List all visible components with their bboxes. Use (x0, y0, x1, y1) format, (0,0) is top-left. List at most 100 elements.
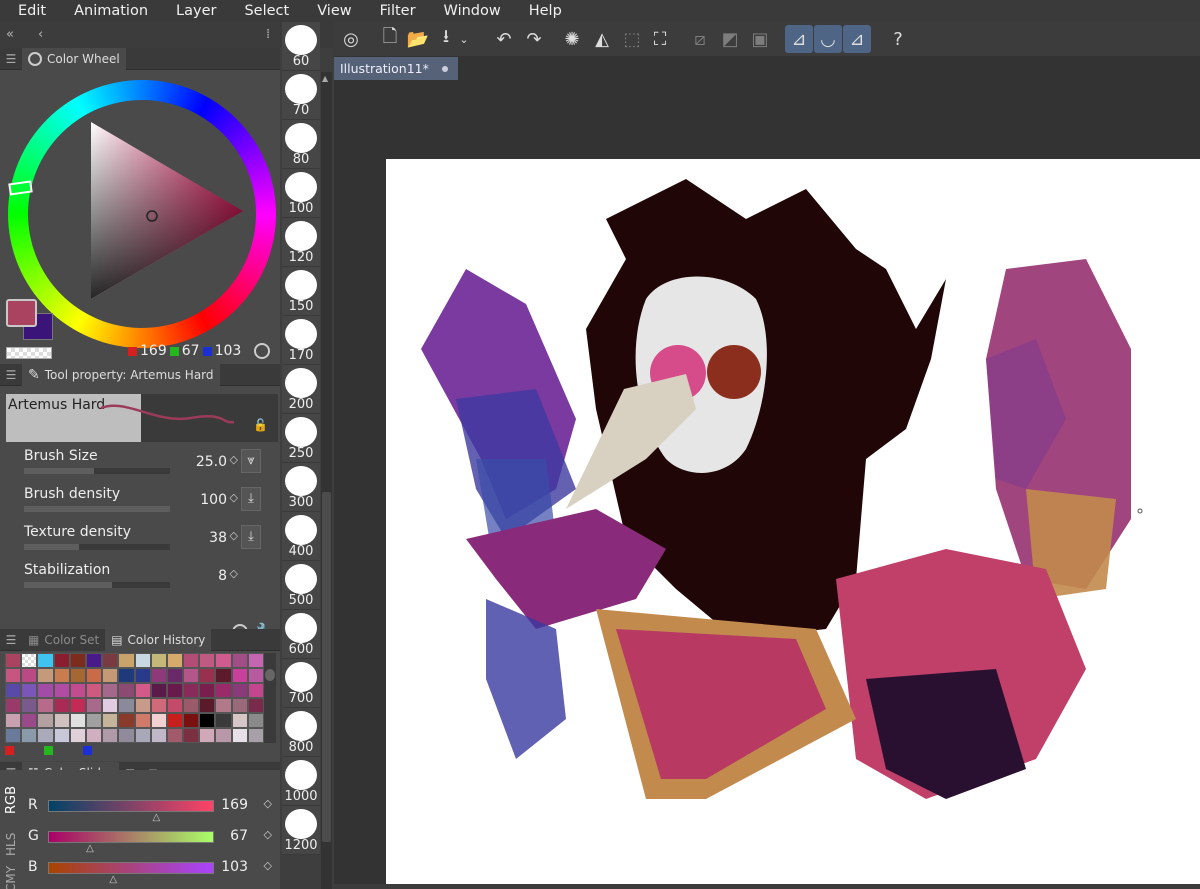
history-swatch[interactable] (5, 698, 22, 713)
history-swatch[interactable] (134, 653, 151, 668)
history-swatch[interactable] (118, 653, 135, 668)
brush-size-item[interactable]: 600 (282, 610, 320, 659)
history-swatch[interactable] (199, 728, 216, 743)
history-swatch[interactable] (231, 683, 248, 698)
history-swatch[interactable] (215, 728, 232, 743)
history-swatch[interactable] (85, 668, 103, 683)
tab-tool-property[interactable]: ✎ Tool property: Artemus Hard (22, 363, 220, 386)
mode-tab-rgb[interactable]: RGB (4, 786, 19, 814)
history-swatch[interactable] (215, 668, 232, 683)
history-swatch[interactable] (5, 728, 22, 743)
history-swatch[interactable] (21, 728, 38, 743)
history-swatch[interactable] (69, 683, 86, 698)
fill-bucket-icon[interactable]: ◭ (588, 25, 616, 53)
history-swatch[interactable] (231, 668, 248, 683)
history-swatch[interactable] (215, 713, 232, 728)
history-swatch[interactable] (5, 653, 22, 668)
history-swatch[interactable] (102, 668, 119, 683)
history-swatch[interactable] (134, 713, 151, 728)
spin-icon[interactable]: ◇ (264, 828, 272, 841)
prop-value[interactable]: 25.0 (196, 454, 227, 470)
menu-window[interactable]: Window (426, 0, 511, 22)
prop-brush-size[interactable]: Brush Size 25.0 ◇ ⩔ (10, 444, 275, 480)
slider-value[interactable]: 103 (221, 859, 248, 875)
history-swatch[interactable] (21, 653, 38, 668)
history-swatch[interactable] (247, 728, 264, 743)
history-swatch[interactable] (69, 668, 86, 683)
history-swatch[interactable] (53, 728, 70, 743)
transparent-color-swatch[interactable] (6, 347, 52, 359)
brush-size-item[interactable]: 150 (282, 267, 320, 316)
invert-selection-icon[interactable]: ◩ (716, 25, 744, 53)
slider-b[interactable]: B △ 103 ◇ (28, 856, 278, 885)
clear-selection-icon[interactable]: ⧄ (686, 25, 714, 53)
history-swatch[interactable] (150, 713, 167, 728)
menu-edit[interactable]: Edit (0, 0, 56, 22)
grid-snap-icon[interactable]: ⊿ (843, 25, 871, 53)
history-swatch[interactable] (183, 653, 200, 668)
history-swatch[interactable] (53, 683, 70, 698)
history-swatch[interactable] (85, 683, 103, 698)
history-swatch[interactable] (231, 653, 248, 668)
history-swatch[interactable] (37, 698, 54, 713)
history-swatch[interactable] (5, 668, 22, 683)
collapse-double-chevron-icon[interactable]: « (6, 22, 14, 48)
spin-icon[interactable]: ◇ (230, 491, 238, 504)
history-swatch[interactable] (118, 713, 135, 728)
lock-icon[interactable]: 🔓 (253, 418, 268, 432)
prop-value[interactable]: 38 (209, 530, 227, 546)
undo-icon[interactable]: ↶ (490, 25, 518, 53)
history-swatch[interactable] (166, 713, 184, 728)
scroll-up-icon[interactable]: ▲ (322, 74, 328, 83)
brush-size-item[interactable]: 1200 (282, 806, 320, 855)
history-swatch[interactable] (134, 668, 151, 683)
brush-size-item[interactable]: 1000 (282, 757, 320, 806)
slider-knob[interactable]: △ (86, 843, 94, 854)
history-swatch[interactable] (69, 728, 86, 743)
ruler-snap-icon[interactable]: ⊿ (785, 25, 813, 53)
clip-studio-icon[interactable]: ◎ (337, 25, 365, 53)
tab-color-history[interactable]: ▤ Color History (105, 628, 212, 651)
history-swatch[interactable] (150, 728, 167, 743)
history-swatch[interactable] (247, 668, 264, 683)
history-swatch[interactable] (21, 713, 38, 728)
history-swatch[interactable] (21, 683, 38, 698)
brush-size-item[interactable]: 80 (282, 120, 320, 169)
history-swatch[interactable] (183, 713, 200, 728)
history-swatch[interactable] (134, 698, 151, 713)
prop-texture-density[interactable]: Texture density 38 ◇ ⤓ (10, 520, 275, 556)
history-swatch[interactable] (37, 683, 54, 698)
scrollbar-thumb[interactable] (322, 492, 331, 842)
canvas-workspace[interactable] (334, 80, 1200, 889)
history-swatch[interactable] (5, 683, 22, 698)
color-history-scrollbar[interactable] (264, 653, 276, 743)
slider-knob[interactable]: △ (109, 874, 117, 885)
brush-size-item[interactable]: 500 (282, 561, 320, 610)
collapse-chevron-icon[interactable]: ‹ (38, 22, 43, 48)
document-tab[interactable]: Illustration11* (334, 57, 458, 80)
history-swatch[interactable] (37, 668, 54, 683)
prop-slider[interactable] (24, 544, 170, 550)
panel-menu-icon[interactable]: ☰ (0, 368, 22, 382)
slider-bar[interactable] (48, 862, 214, 874)
prop-slider[interactable] (24, 582, 170, 588)
history-swatch[interactable] (118, 728, 135, 743)
special-ruler-snap-icon[interactable]: ◡ (814, 25, 842, 53)
unsaved-dot-icon[interactable] (442, 66, 448, 72)
selection-border-icon[interactable]: ▣ (746, 25, 774, 53)
main-color-swatch[interactable] (6, 299, 37, 327)
history-swatch[interactable] (231, 728, 248, 743)
dock-grip-icon[interactable]: ⁞ (266, 22, 270, 48)
prop-slider[interactable] (24, 506, 170, 512)
history-swatch[interactable] (5, 713, 22, 728)
history-swatch[interactable] (69, 713, 86, 728)
history-swatch[interactable] (247, 683, 264, 698)
mode-tab-cmy[interactable]: CMY (4, 866, 18, 889)
history-swatch[interactable] (53, 653, 70, 668)
history-swatch[interactable] (199, 713, 216, 728)
history-swatch[interactable] (53, 713, 70, 728)
history-swatch[interactable] (85, 713, 103, 728)
slider-bar[interactable] (48, 831, 214, 843)
prop-stabilization[interactable]: Stabilization 8 ◇ (10, 558, 275, 594)
drawing-canvas[interactable] (386, 159, 1200, 884)
